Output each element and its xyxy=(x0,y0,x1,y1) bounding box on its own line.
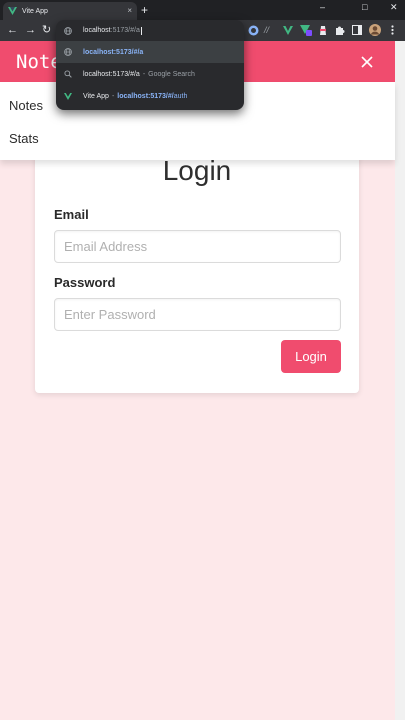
minimize-icon[interactable]: – xyxy=(320,1,325,13)
extension-circle-icon[interactable] xyxy=(248,22,259,41)
extension-slash-icon[interactable]: // xyxy=(264,22,269,38)
forward-icon[interactable]: → xyxy=(25,22,36,38)
tab-strip: Vite App × + – □ ✕ xyxy=(0,0,405,20)
globe-icon xyxy=(64,26,72,35)
suggestion-url-text: localhost:5173/#/a xyxy=(83,48,144,56)
more-menu-icon[interactable] xyxy=(391,22,394,40)
omnibox-dropdown: localhost:5173/#/a localhost:5173/#/a lo… xyxy=(56,20,244,110)
reload-icon[interactable]: ↻ xyxy=(42,22,51,38)
suggestion-search-text: localhost:5173/#/a xyxy=(83,70,140,78)
browser-tab[interactable]: Vite App × xyxy=(3,2,137,20)
close-menu-icon[interactable] xyxy=(358,53,376,71)
extensions-puzzle-icon[interactable] xyxy=(335,22,345,40)
suggestion-history[interactable]: Vite App - localhost:5173/#/auth xyxy=(56,85,244,107)
vue-devtools-icon[interactable] xyxy=(283,22,293,40)
suggestion-search[interactable]: localhost:5173/#/a - Google Search xyxy=(56,63,244,85)
password-field[interactable] xyxy=(54,298,341,331)
email-field[interactable] xyxy=(54,230,341,263)
avatar[interactable] xyxy=(369,22,381,41)
suggestion-history-url-rest: auth xyxy=(173,92,188,100)
suggestion-history-url: localhost:5173/#/ xyxy=(117,92,174,100)
new-tab-button[interactable]: + xyxy=(141,3,148,17)
sidebar-icon[interactable] xyxy=(352,22,362,40)
address-bar[interactable]: localhost:5173/#/a xyxy=(56,20,244,41)
vue-logo-icon xyxy=(64,92,72,100)
close-window-icon[interactable]: ✕ xyxy=(390,1,398,13)
menu-item-stats[interactable]: Stats xyxy=(9,131,39,146)
maximize-icon[interactable]: □ xyxy=(362,1,367,13)
suggestion-url[interactable]: localhost:5173/#/a xyxy=(56,41,244,63)
password-label: Password xyxy=(54,275,116,290)
lighthouse-icon[interactable] xyxy=(318,22,328,41)
login-card: Login Email Password Login xyxy=(35,141,359,393)
login-button[interactable]: Login xyxy=(281,340,341,373)
suggestion-search-suffix: Google Search xyxy=(148,70,195,78)
search-icon xyxy=(64,70,72,78)
page-viewport: Note Notes Stats Login Email Password Lo… xyxy=(0,41,405,720)
menu-item-notes[interactable]: Notes xyxy=(9,98,43,113)
back-icon[interactable]: ← xyxy=(7,22,18,38)
tab-close-icon[interactable]: × xyxy=(127,7,132,15)
page-scrollbar[interactable] xyxy=(395,41,405,720)
vue-extension-icon[interactable] xyxy=(300,22,312,41)
brand-logo[interactable]: Note xyxy=(16,49,62,75)
text-caret xyxy=(140,26,142,35)
vue-logo-icon xyxy=(8,7,17,16)
suggestion-history-title: Vite App xyxy=(83,92,109,100)
tab-title: Vite App xyxy=(22,7,48,15)
address-autocomplete-text: :5173/#/a xyxy=(110,27,140,34)
email-label: Email xyxy=(54,207,89,222)
address-typed-text: localhost xyxy=(83,27,111,34)
globe-icon xyxy=(64,48,72,56)
